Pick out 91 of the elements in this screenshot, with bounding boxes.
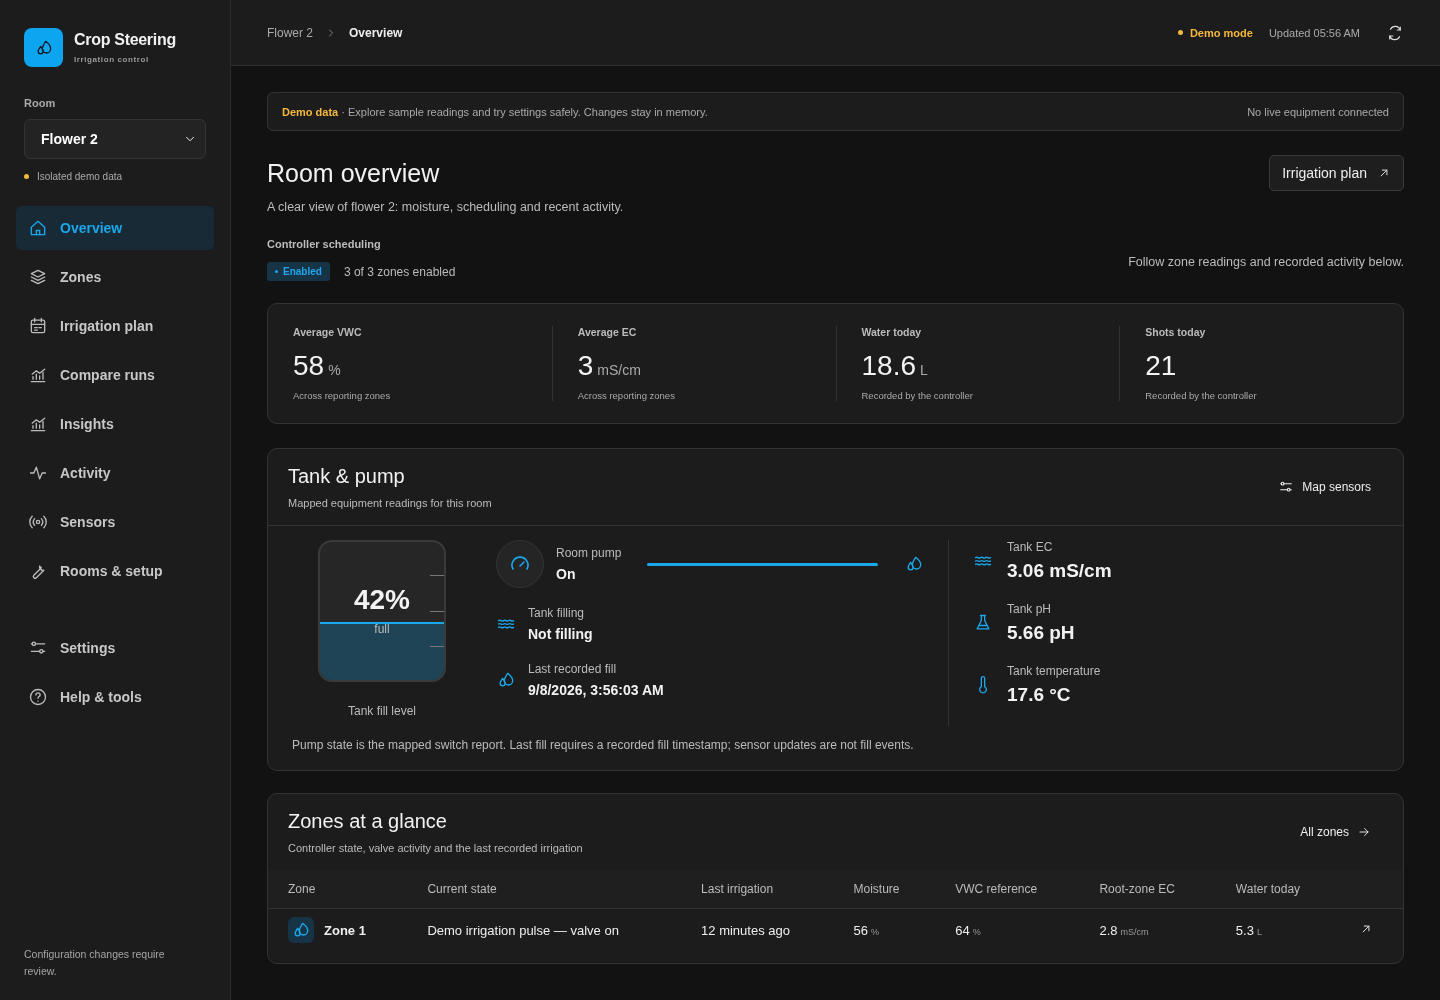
- hint-text: Follow zone readings and recorded activity below.: [1128, 255, 1404, 271]
- stat-value: 18.6: [861, 350, 916, 381]
- status-badge: Enabled: [267, 262, 330, 281]
- last-fill-label: Last recorded fill: [528, 662, 618, 676]
- table-cell: 12 minutes ago: [701, 922, 790, 938]
- refresh-icon: [1386, 23, 1404, 42]
- updated-time: Updated 05:56 AM: [1268, 26, 1360, 39]
- banner-text: Demo data · Explore sample readings and try settings safely. Changes stay in memory.: [282, 105, 708, 118]
- page-title: Room overview: [267, 159, 441, 188]
- pump-state: On: [556, 566, 577, 582]
- status-dot: [1177, 30, 1183, 35]
- zones-count: 3 of 3 zones enabled: [343, 264, 456, 279]
- stat-value: 58: [293, 350, 325, 381]
- zone-name[interactable]: Zone 1: [324, 922, 366, 938]
- room-label: Room: [23, 97, 57, 109]
- home-icon: [28, 218, 48, 238]
- stat-label: Average EC: [577, 326, 638, 338]
- mode-label: Demo mode: [1189, 26, 1253, 39]
- reading-value: 5.66 pH: [1007, 622, 1075, 644]
- table-cell: 2.8: [1099, 922, 1118, 938]
- layers-icon: [28, 267, 48, 287]
- chart-icon: [28, 414, 48, 434]
- banner-status: No live equipment connected: [1247, 105, 1389, 118]
- reading-label: Tank pH: [1007, 602, 1053, 616]
- table-cell: 64: [955, 922, 970, 938]
- nav-item[interactable]: Compare runs: [16, 353, 214, 397]
- arrow-right-icon: [1357, 825, 1371, 839]
- unit-label: %: [870, 926, 879, 937]
- stat-value: 21: [1145, 350, 1177, 381]
- unit-label: L: [1256, 926, 1262, 937]
- stat-note: Across reporting zones: [293, 390, 392, 401]
- unit-label: mS/cm: [1120, 926, 1149, 937]
- nav-item[interactable]: Activity: [16, 451, 214, 495]
- tank-footnote: Pump state is the mapped switch report. Last fill requires a recorded fill timestamp; sensor updates are not fill events.: [291, 737, 915, 754]
- status-dot: [24, 174, 29, 179]
- stat-note: Across reporting zones: [577, 390, 676, 401]
- table-cell: Demo irrigation pulse — valve on: [427, 922, 619, 938]
- pump-label: Room pump: [556, 546, 622, 560]
- stat-note: Recorded by the controller: [861, 390, 974, 401]
- scheduling-label: Controller scheduling: [267, 238, 382, 250]
- unit-label: %: [972, 926, 981, 937]
- app-subtitle: Irrigation control: [74, 55, 150, 64]
- breadcrumb-link[interactable]: Flower 2: [267, 25, 313, 40]
- reading-label: Tank temperature: [1007, 664, 1101, 678]
- card-title: Tank & pump: [288, 465, 406, 488]
- tank-caption: Tank fill level: [348, 704, 416, 718]
- fill-percent: 42%: [352, 584, 411, 616]
- nav-item[interactable]: Irrigation plan: [16, 304, 214, 348]
- breadcrumb-current: Overview: [349, 25, 403, 40]
- room-note: Isolated demo data: [37, 171, 123, 182]
- map-sensors-button[interactable]: Map sensors: [1278, 479, 1371, 495]
- card-subtitle: Mapped equipment readings for this room: [288, 497, 492, 509]
- zone-icon: [288, 917, 314, 943]
- gauge-icon: [496, 540, 544, 588]
- reading-label: Tank EC: [1007, 540, 1054, 554]
- stat-unit: L: [920, 362, 928, 378]
- nav-item[interactable]: Overview: [16, 206, 214, 250]
- table-cell: 56: [853, 922, 868, 938]
- sidebar-note: Configuration changes require review.: [23, 947, 166, 979]
- table-cell: 5.3: [1235, 922, 1254, 938]
- filling-label: Tank filling: [528, 606, 586, 620]
- room-select[interactable]: Flower 2: [24, 119, 206, 159]
- stat-label: Average VWC: [293, 326, 363, 338]
- app-title: Crop Steering: [74, 31, 176, 49]
- nav-item[interactable]: Sensors: [16, 500, 214, 544]
- calendar-icon: [28, 316, 48, 336]
- refresh-button[interactable]: [1386, 23, 1404, 42]
- all-zones-link[interactable]: All zones: [1300, 825, 1371, 839]
- nav-item[interactable]: Insights: [16, 402, 214, 446]
- filling-state: Not filling: [528, 626, 593, 642]
- stat-unit: mS/cm: [597, 362, 641, 378]
- page-subtitle: A clear view of flower 2: moisture, scheduling and recent activity.: [267, 200, 624, 214]
- fill-word: full: [373, 622, 391, 636]
- last-fill-time: 9/8/2026, 3:56:03 AM: [528, 682, 664, 698]
- stat-unit: %: [328, 362, 341, 378]
- stat-value: 3: [577, 350, 594, 381]
- stat-note: Recorded by the controller: [1145, 390, 1258, 401]
- nav-item[interactable]: Help & tools: [16, 675, 214, 719]
- stat-label: Water today: [861, 326, 923, 338]
- stat-label: Shots today: [1145, 326, 1207, 338]
- nav-item[interactable]: Zones: [16, 255, 214, 299]
- sliders-icon: [1278, 479, 1295, 495]
- help-icon: [28, 687, 48, 707]
- reading-value: 3.06 mS/cm: [1007, 560, 1112, 582]
- reading-value: 17.6 °C: [1007, 684, 1072, 706]
- chart-icon: [28, 365, 48, 385]
- irrigation-plan-button[interactable]: Irrigation plan: [1269, 155, 1404, 191]
- nav-item[interactable]: Rooms & setup: [16, 549, 214, 593]
- card-subtitle: Controller state, valve activity and the last recorded irrigation: [288, 842, 583, 854]
- nav-item[interactable]: Settings: [16, 626, 214, 670]
- card-title: Zones at a glance: [288, 810, 448, 833]
